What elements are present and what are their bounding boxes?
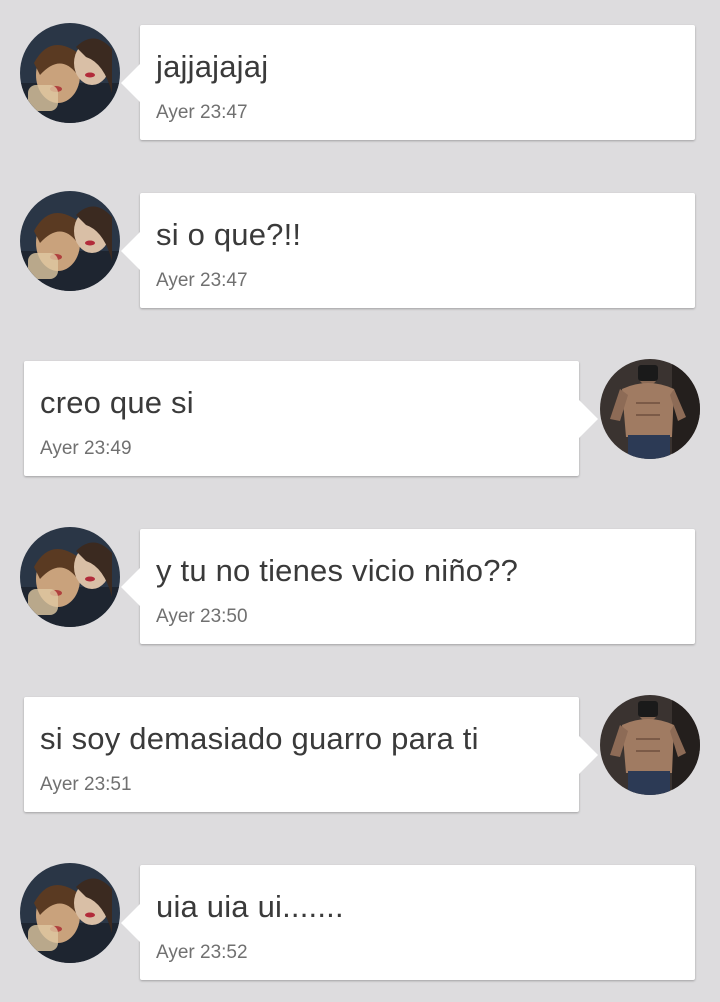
contact-avatar[interactable] (20, 23, 120, 123)
message-text: si soy demasiado guarro para ti (40, 721, 479, 756)
avatar-photo-man-icon (600, 359, 700, 459)
message-bubble[interactable]: jajjajajaj Ayer 23:47 (121, 25, 695, 140)
message-text: uia uia ui....... (156, 889, 344, 924)
message-timestamp: Ayer 23:49 (40, 438, 132, 459)
message-bubble[interactable]: si soy demasiado guarro para ti Ayer 23:… (24, 697, 598, 812)
bubble-tail (121, 231, 141, 271)
message-bubble[interactable]: si o que?!! Ayer 23:47 (121, 193, 695, 308)
bubble-tail (121, 567, 141, 607)
own-avatar[interactable] (600, 359, 700, 459)
message-row-outgoing: creo que si Ayer 23:49 (0, 359, 720, 479)
contact-avatar[interactable] (20, 863, 120, 963)
chat-conversation: jajjajajaj Ayer 23:47 si o que?!! Ayer 2… (0, 0, 720, 1002)
message-row-incoming: si o que?!! Ayer 23:47 (0, 191, 720, 311)
own-avatar[interactable] (600, 695, 700, 795)
message-text: si o que?!! (156, 217, 302, 252)
message-timestamp: Ayer 23:47 (156, 102, 248, 123)
avatar-photo-women-icon (20, 23, 120, 123)
contact-avatar[interactable] (20, 527, 120, 627)
message-timestamp: Ayer 23:50 (156, 606, 248, 627)
bubble-tail (578, 399, 598, 439)
message-bubble[interactable]: uia uia ui....... Ayer 23:52 (121, 865, 695, 980)
message-text: creo que si (40, 385, 194, 420)
bubble-tail (121, 903, 141, 943)
message-text: y tu no tienes vicio niño?? (156, 553, 519, 588)
avatar-photo-women-icon (20, 863, 120, 963)
message-row-incoming: y tu no tienes vicio niño?? Ayer 23:50 (0, 527, 720, 647)
avatar-photo-women-icon (20, 191, 120, 291)
message-bubble[interactable]: y tu no tienes vicio niño?? Ayer 23:50 (121, 529, 695, 644)
message-timestamp: Ayer 23:52 (156, 942, 248, 963)
message-row-outgoing: si soy demasiado guarro para ti Ayer 23:… (0, 695, 720, 815)
message-bubble[interactable]: creo que si Ayer 23:49 (24, 361, 598, 476)
message-row-incoming: uia uia ui....... Ayer 23:52 (0, 863, 720, 983)
message-row-incoming: jajjajajaj Ayer 23:47 (0, 23, 720, 143)
message-timestamp: Ayer 23:47 (156, 270, 248, 291)
message-text: jajjajajaj (156, 49, 269, 84)
message-timestamp: Ayer 23:51 (40, 774, 132, 795)
contact-avatar[interactable] (20, 191, 120, 291)
avatar-photo-women-icon (20, 527, 120, 627)
bubble-tail (578, 735, 598, 775)
avatar-photo-man-icon (600, 695, 700, 795)
bubble-tail (121, 63, 141, 103)
